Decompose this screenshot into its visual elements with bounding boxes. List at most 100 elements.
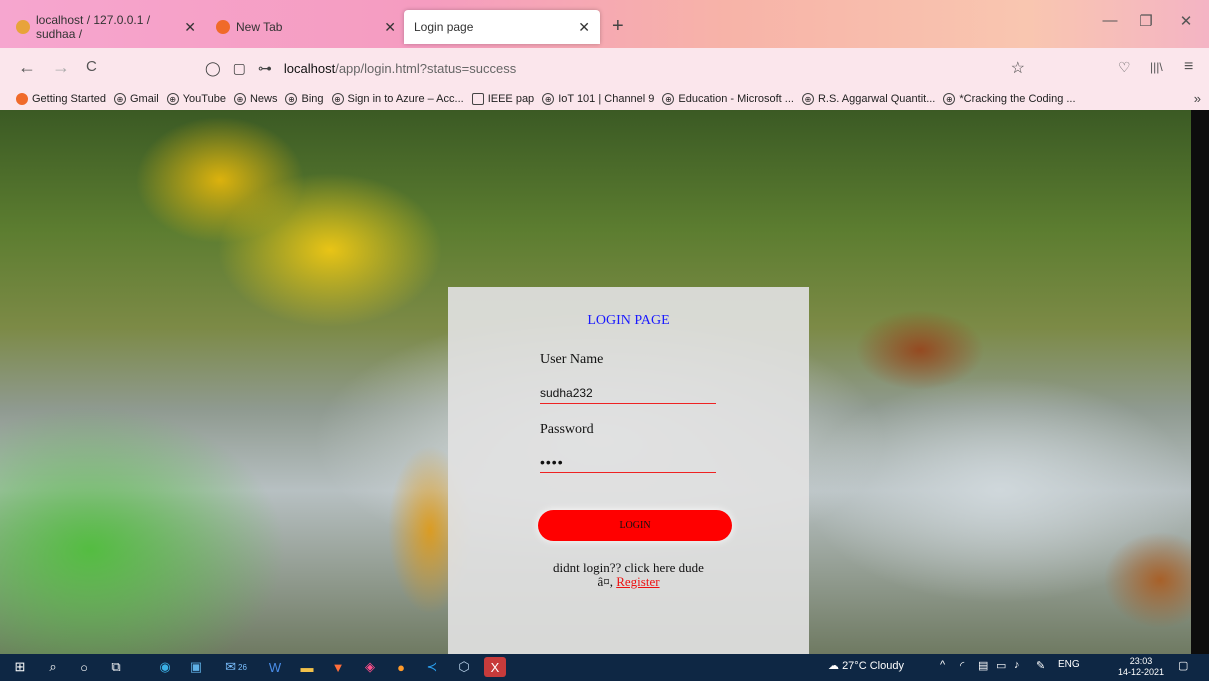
bookmark-azure[interactable]: ⊕ Sign in to Azure – Acc... — [331, 93, 464, 105]
close-icon[interactable]: ✕ — [184, 19, 196, 36]
tab-title: New Tab — [236, 20, 283, 34]
url-bar[interactable]: ◯ ▢ ⊶ localhost/app/login.html?status=su… — [205, 54, 1025, 82]
bookmark-bing[interactable]: ⊕ Bing — [285, 93, 324, 105]
file-explorer-icon[interactable]: ▬ — [296, 657, 318, 677]
page-background: LOGIN PAGE User Name Password LOGIN didn… — [0, 110, 1209, 654]
bookmark-label: Bing — [301, 93, 324, 105]
bookmark-star-icon[interactable]: ☆ — [1011, 58, 1025, 78]
window-close-button[interactable]: ✕ — [1170, 12, 1202, 30]
bookmark-youtube[interactable]: ⊕ YouTube — [166, 93, 226, 105]
nav-bar: ← → C ◯ ▢ ⊶ localhost/app/login.html?sta… — [0, 48, 1209, 88]
weather-widget[interactable]: ☁ 27°C Cloudy — [828, 659, 904, 672]
page-edge — [1191, 110, 1209, 654]
bookmark-label: Gmail — [130, 93, 159, 105]
login-form: LOGIN PAGE User Name Password LOGIN didn… — [448, 287, 809, 654]
wifi-icon[interactable]: ◜ — [960, 659, 964, 672]
task-view-icon[interactable]: ⧉ — [105, 657, 127, 677]
tab-phpmyadmin[interactable]: localhost / 127.0.0.1 / sudhaa / ✕ — [6, 10, 206, 44]
bookmark-gmail[interactable]: ⊕ Gmail — [114, 93, 159, 105]
pocket-icon[interactable]: ♡ — [1118, 56, 1131, 78]
store-icon[interactable]: ▣ — [185, 657, 207, 677]
brave-icon[interactable]: ▼ — [327, 657, 349, 677]
windows-start-icon[interactable]: ⊞ — [9, 657, 31, 677]
bookmark-getting-started[interactable]: Getting Started — [16, 93, 106, 105]
folder-icon — [471, 93, 484, 105]
bookmark-ieee[interactable]: IEEE pap — [471, 93, 535, 105]
search-icon[interactable]: ⌕ — [42, 657, 64, 677]
bookmark-education[interactable]: ⊕ Education - Microsoft ... — [662, 93, 794, 105]
bookmark-label: Education - Microsoft ... — [678, 93, 794, 105]
bookmark-rs-aggarwal[interactable]: ⊕ R.S. Aggarwal Quantit... — [801, 93, 936, 105]
network-app-icon[interactable]: ⬡ — [453, 657, 475, 677]
bookmark-iot[interactable]: ⊕ IoT 101 | Channel 9 — [542, 93, 654, 105]
shield-icon[interactable]: ◯ — [205, 60, 221, 77]
bookmark-label: YouTube — [182, 93, 226, 105]
bookmark-label: *Cracking the Coding ... — [959, 93, 1076, 105]
phpmyadmin-icon — [16, 20, 30, 34]
battery-icon[interactable]: ▭ — [996, 659, 1006, 672]
bookmark-label: Sign in to Azure – Acc... — [347, 93, 464, 105]
url-path: /app/login.html?status=success — [335, 60, 517, 76]
close-icon[interactable]: ✕ — [578, 19, 590, 36]
weather-text: 27°C Cloudy — [842, 660, 904, 672]
cortana-icon[interactable]: ○ — [73, 657, 95, 677]
close-icon[interactable]: ✕ — [384, 19, 396, 36]
library-icon[interactable]: |||\ — [1150, 56, 1163, 78]
bookmark-label: IoT 101 | Channel 9 — [558, 93, 655, 105]
bookmark-cracking[interactable]: ⊕ *Cracking the Coding ... — [943, 93, 1076, 105]
forward-button[interactable]: → — [52, 56, 70, 78]
globe-icon: ⊕ — [285, 93, 298, 105]
app-icon[interactable]: ◈ — [359, 657, 381, 677]
username-label: User Name — [540, 352, 604, 367]
url-host: localhost — [283, 60, 336, 76]
pen-icon[interactable]: ✎ — [1036, 659, 1045, 672]
tab-login-page[interactable]: Login page ✕ — [404, 10, 600, 44]
tab-bar: localhost / 127.0.0.1 / sudhaa / ✕ New T… — [0, 0, 1209, 48]
reload-button[interactable]: C — [86, 56, 97, 78]
firefox-icon — [16, 93, 28, 105]
xampp-icon[interactable]: X — [484, 657, 506, 677]
mail-icon[interactable]: ✉ 26 — [216, 657, 256, 677]
globe-icon: ⊕ — [166, 93, 179, 105]
back-button[interactable]: ← — [18, 56, 36, 78]
tray-chevron-icon[interactable]: ^ — [940, 659, 945, 671]
restore-button[interactable]: ❐ — [1130, 12, 1162, 30]
menu-icon[interactable]: ≡ — [1184, 56, 1193, 78]
clock-date: 14-12-2021 — [1118, 667, 1165, 677]
page-icon[interactable]: ▢ — [233, 60, 246, 77]
new-tab-button[interactable]: + — [612, 14, 624, 38]
tab-title: localhost / 127.0.0.1 / sudhaa / — [36, 13, 151, 41]
edge-icon[interactable]: ◉ — [154, 657, 176, 677]
bookmark-label: IEEE pap — [487, 93, 535, 105]
taskbar: ⊞ ⌕ ○ ⧉ ◉ ▣ ✉ 26 W ▬ ▼ ◈ ● ≺ ⬡ X ☁ 27°C C… — [0, 654, 1209, 681]
password-input[interactable] — [540, 452, 716, 473]
language-indicator[interactable]: ENG — [1058, 659, 1080, 670]
globe-icon: ⊕ — [943, 93, 956, 105]
clock-time: 23:03 — [1129, 656, 1153, 666]
login-button[interactable]: LOGIN — [538, 510, 732, 541]
minimize-button[interactable]: — — [1094, 12, 1126, 29]
username-input[interactable] — [540, 383, 716, 404]
bookmarks-overflow-icon[interactable]: » — [1194, 91, 1201, 106]
volume-icon[interactable]: ♪ — [1014, 659, 1020, 671]
bookmark-label: R.S. Aggarwal Quantit... — [817, 93, 936, 105]
bookmarks-bar: Getting Started ⊕ Gmail ⊕ YouTube ⊕ News ⊕ B… — [0, 88, 1209, 110]
password-label: Password — [540, 422, 594, 437]
globe-icon: ⊕ — [662, 93, 675, 105]
globe-icon: ⊕ — [233, 93, 246, 105]
clock[interactable]: 23:03 14-12-2021 — [1118, 656, 1164, 678]
bookmark-news[interactable]: ⊕ News — [233, 93, 277, 105]
cloud-icon: ☁ — [828, 660, 843, 672]
notifications-icon[interactable]: ▢ — [1178, 659, 1188, 672]
mail-badge: 26 — [238, 662, 247, 672]
firefox-icon[interactable]: ● — [390, 657, 412, 677]
firefox-icon — [216, 20, 230, 34]
login-title: LOGIN PAGE — [587, 313, 670, 328]
display-icon[interactable]: ▤ — [978, 659, 988, 672]
word-icon[interactable]: W — [264, 657, 286, 677]
tab-new-tab[interactable]: New Tab ✕ — [206, 10, 406, 44]
vscode-icon[interactable]: ≺ — [421, 657, 443, 677]
globe-icon: ⊕ — [114, 93, 126, 105]
key-icon[interactable]: ⊶ — [258, 60, 272, 77]
register-link[interactable]: Register — [616, 574, 659, 589]
